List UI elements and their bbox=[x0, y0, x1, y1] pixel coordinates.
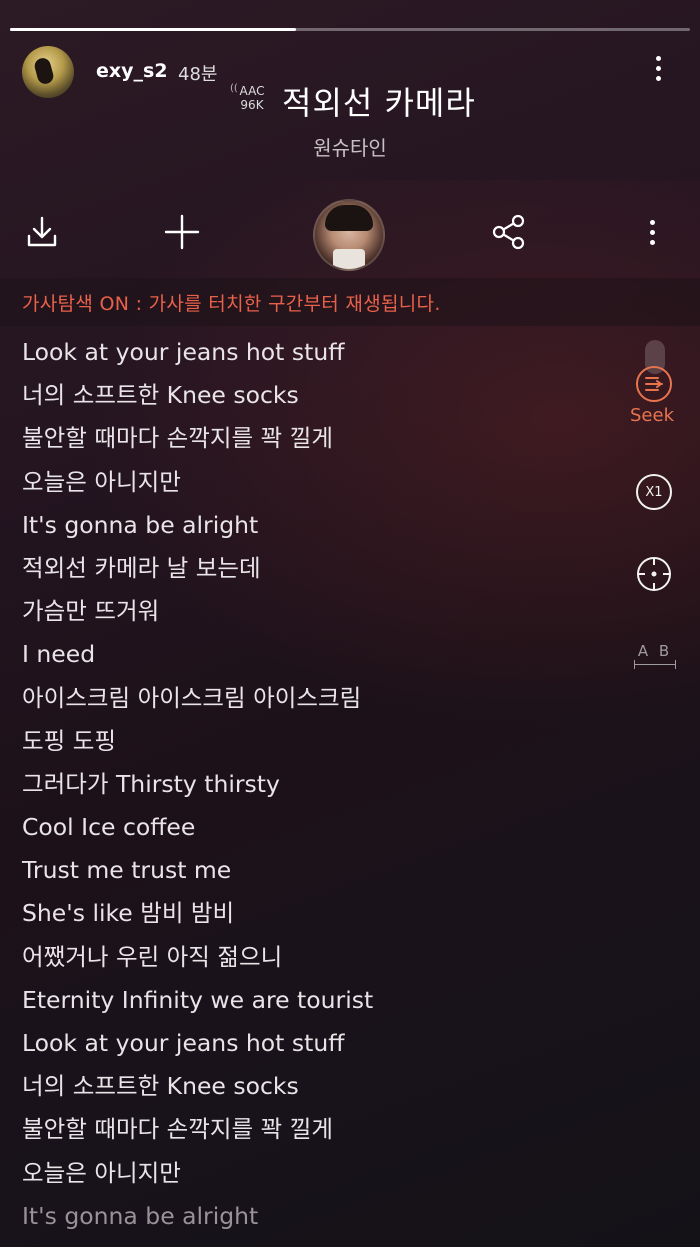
lyric-line[interactable]: 적외선 카메라 날 보는데 bbox=[22, 550, 622, 593]
lyric-line[interactable]: 너의 소프트한 Knee socks bbox=[22, 377, 622, 420]
lyric-line[interactable]: 아이스크림 아이스크림 아이스크림 bbox=[22, 680, 622, 723]
share-button[interactable] bbox=[485, 208, 533, 256]
username[interactable]: exy_s2 bbox=[96, 60, 168, 82]
lyric-line[interactable]: Trust me trust me bbox=[22, 852, 622, 895]
lyric-line[interactable]: 오늘은 아니지만 bbox=[22, 1155, 622, 1198]
lyric-line[interactable]: 가슴만 뜨거워 bbox=[22, 593, 622, 636]
toolbar-more-button[interactable] bbox=[628, 208, 676, 256]
lyric-line[interactable]: I need bbox=[22, 636, 622, 679]
seek-lines-icon bbox=[645, 377, 663, 391]
codec-bitrate: 96K bbox=[240, 98, 264, 112]
lyric-line[interactable]: 오늘은 아니지만 bbox=[22, 464, 622, 507]
codec-format: AAC bbox=[239, 84, 265, 98]
share-icon bbox=[492, 214, 525, 250]
ab-repeat-button[interactable]: A B bbox=[632, 642, 678, 672]
wave-icon: (( bbox=[230, 83, 238, 94]
lyrics-list: Look at your jeans hot stuff 너의 소프트한 Knee… bbox=[22, 334, 622, 1241]
user-avatar[interactable] bbox=[22, 46, 74, 98]
lyric-line[interactable]: 너의 소프트한 Knee socks bbox=[22, 1068, 622, 1111]
lyric-line[interactable]: Look at your jeans hot stuff bbox=[22, 1025, 622, 1068]
audio-codec-badge: (( AAC 96K bbox=[230, 83, 268, 112]
download-icon bbox=[27, 216, 57, 247]
song-title: 적외선 카메라 bbox=[282, 84, 476, 122]
lyric-line[interactable]: She's like 밤비 밤비 bbox=[22, 895, 622, 938]
playback-speed-button[interactable]: X1 bbox=[636, 474, 672, 510]
ab-repeat-label: A B bbox=[637, 642, 673, 660]
plus-icon bbox=[164, 214, 200, 250]
seek-button[interactable] bbox=[636, 366, 672, 402]
artist-name[interactable]: 원슈타인 bbox=[0, 132, 700, 161]
artist-photo[interactable] bbox=[313, 199, 385, 271]
crosshair-icon bbox=[637, 557, 671, 591]
more-options-button[interactable] bbox=[646, 56, 670, 92]
story-progress-bar bbox=[10, 28, 690, 31]
lyric-line[interactable]: It's gonna be alright bbox=[22, 507, 622, 550]
lyric-line[interactable]: Cool Ice coffee bbox=[22, 809, 622, 852]
lyric-search-notice[interactable]: 가사탐색 ON : 가사를 터치한 구간부터 재생됩니다. bbox=[22, 289, 441, 316]
lyric-line[interactable]: 어쨌거나 우린 아직 젊으니 bbox=[22, 939, 622, 982]
lyric-line[interactable]: 불안할 때마다 손깍지를 꽉 낄게 bbox=[22, 420, 622, 463]
download-button[interactable] bbox=[18, 208, 66, 256]
lyric-line[interactable]: Look at your jeans hot stuff bbox=[22, 334, 622, 377]
more-vertical-icon bbox=[649, 219, 655, 245]
time-ago: 48분 bbox=[178, 64, 218, 85]
locate-current-lyric-button[interactable] bbox=[634, 554, 674, 594]
lyric-line[interactable]: 그러다가 Thirsty thirsty bbox=[22, 766, 622, 809]
seek-label: Seek bbox=[630, 405, 674, 426]
story-progress-fill bbox=[10, 28, 296, 31]
more-vertical-icon bbox=[646, 56, 670, 81]
lyric-line[interactable]: It's gonna be alright bbox=[22, 1198, 622, 1241]
lyric-line[interactable]: Eternity Infinity we are tourist bbox=[22, 982, 622, 1025]
ab-repeat-bar-icon bbox=[634, 660, 676, 669]
add-button[interactable] bbox=[158, 208, 206, 256]
lyric-line[interactable]: 도핑 도핑 bbox=[22, 723, 622, 766]
lyric-line[interactable]: 불안할 때마다 손깍지를 꽉 낄게 bbox=[22, 1111, 622, 1154]
